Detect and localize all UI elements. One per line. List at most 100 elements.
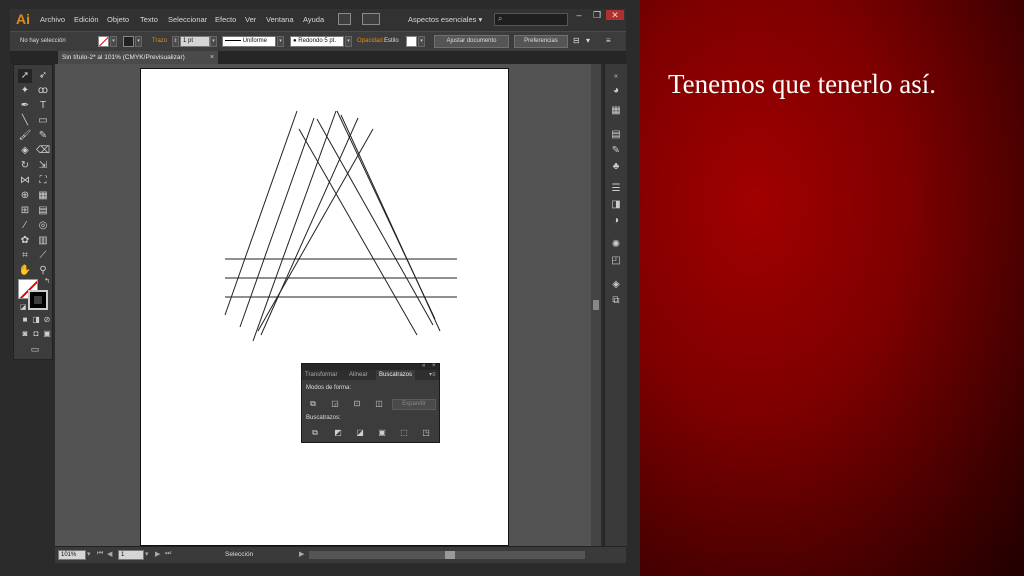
stroke-label[interactable]: Trazo — [152, 38, 167, 44]
menu-edicion[interactable]: Edición — [74, 15, 99, 24]
expand-button[interactable]: Expandir — [392, 399, 436, 410]
last-artboard-icon[interactable]: ⏭ — [165, 550, 171, 558]
scale-icon[interactable]: ⇲ — [36, 159, 50, 173]
artboard-dropdown-icon[interactable]: ▾ — [145, 550, 149, 558]
canvas-area[interactable] — [55, 64, 591, 546]
stroke-color-box[interactable] — [28, 290, 48, 310]
lasso-icon[interactable]: ꝏ — [36, 84, 50, 98]
artboard[interactable] — [140, 68, 509, 546]
slice-icon[interactable]: ⟋ — [36, 249, 50, 263]
menu-ayuda[interactable]: Ayuda — [303, 15, 324, 24]
stroke-dropdown[interactable]: ▾ — [135, 36, 142, 47]
menu-ver[interactable]: Ver — [245, 15, 256, 24]
crop-icon[interactable]: ▣ — [377, 428, 387, 438]
eraser-icon[interactable]: ⌫ — [36, 144, 50, 158]
outline-icon[interactable]: ⬚ — [399, 428, 409, 438]
artboard-tool-icon[interactable]: ⌗ — [18, 249, 32, 263]
brush-field[interactable]: ● Redondo 5 pt. — [290, 36, 344, 47]
stroke-color-swatch[interactable] — [123, 36, 134, 47]
graphic-styles-icon[interactable]: ◰ — [609, 254, 623, 268]
blend-icon[interactable]: ◎ — [36, 219, 50, 233]
panel-menu-icon[interactable]: ▾ — [586, 36, 590, 45]
maximize-button[interactable]: ❐ — [588, 10, 606, 20]
menu-texto[interactable]: Texto — [140, 15, 158, 24]
next-artboard-icon[interactable]: ▶ — [155, 550, 160, 558]
minus-front-icon[interactable]: ◲ — [330, 399, 340, 409]
divide-icon[interactable]: ⧉ — [310, 428, 320, 438]
vertical-scrollbar[interactable] — [591, 64, 601, 546]
tab-buscatrazos[interactable]: Buscatrazos — [376, 370, 416, 380]
menu-seleccionar[interactable]: Seleccionar — [168, 15, 207, 24]
stroke-panel-icon[interactable]: ☰ — [609, 182, 623, 196]
scrollbar-thumb[interactable] — [445, 551, 455, 559]
zoom-dropdown-icon[interactable]: ▾ — [87, 550, 91, 558]
scrollbar-thumb[interactable] — [593, 300, 599, 310]
color-panel-icon[interactable]: ◕ — [609, 84, 623, 98]
rotate-icon[interactable]: ↻ — [18, 159, 32, 173]
artboard-number-field[interactable]: 1 — [118, 550, 144, 560]
brush-dropdown[interactable]: ▾ — [345, 36, 352, 47]
document-tab[interactable]: Sin título-2* al 101% (CMYK/Previsualiza… — [58, 51, 218, 64]
menu-ventana[interactable]: Ventana — [266, 15, 294, 24]
menu-archivo[interactable]: Archivo — [40, 15, 65, 24]
style-swatch[interactable] — [406, 36, 417, 47]
trim-icon[interactable]: ◩ — [333, 428, 343, 438]
gradient-icon[interactable]: ▤ — [36, 204, 50, 218]
type-tool-icon[interactable]: T — [36, 99, 50, 113]
previous-artboard-icon[interactable]: ◀ — [107, 550, 112, 558]
line-segment-icon[interactable]: ╲ — [18, 114, 32, 128]
collapse-dock-icon[interactable]: « — [609, 70, 623, 84]
selection-arrow-icon[interactable]: ➚ — [18, 69, 32, 83]
minus-back-icon[interactable]: ◳ — [421, 428, 431, 438]
align-icon[interactable]: ⊟ — [573, 36, 580, 45]
fill-dropdown[interactable]: ▾ — [110, 36, 117, 47]
stroke-weight-field[interactable]: 1 pt — [180, 36, 210, 47]
search-input[interactable]: ⌕ — [494, 13, 568, 26]
stroke-weight-stepper[interactable]: ⇕ — [172, 36, 179, 47]
symbols-icon[interactable]: ♣ — [609, 160, 623, 174]
artwork-line[interactable] — [224, 110, 298, 316]
close-panel-icon[interactable]: × — [432, 363, 436, 369]
artwork[interactable] — [141, 69, 510, 546]
perspective-grid-icon[interactable]: ▦ — [36, 189, 50, 203]
opacity-label[interactable]: Opacidad — [357, 38, 383, 44]
layers-icon[interactable]: ◈ — [609, 278, 623, 292]
artwork-line[interactable] — [239, 117, 315, 328]
horizontal-scrollbar[interactable] — [309, 551, 585, 559]
rectangle-tool-icon[interactable]: ▭ — [36, 114, 50, 128]
merge-icon[interactable]: ◪ — [355, 428, 365, 438]
color-guide-icon[interactable]: ▦ — [609, 104, 623, 118]
draw-inside-icon[interactable]: ▣ — [40, 327, 54, 341]
zoom-level-field[interactable]: 101% — [58, 550, 86, 560]
column-graph-icon[interactable]: ▥ — [36, 234, 50, 248]
shape-builder-icon[interactable]: ⊕ — [18, 189, 32, 203]
pen-tool-icon[interactable]: ✒ — [18, 99, 32, 113]
first-artboard-icon[interactable]: ⏮ — [97, 550, 103, 558]
panel-menu-icon[interactable]: ▾≡ — [426, 370, 439, 380]
fill-color-swatch[interactable] — [98, 36, 109, 47]
artwork-line[interactable] — [252, 110, 337, 342]
swap-colors-icon[interactable]: ↰ — [40, 275, 54, 289]
magic-wand-icon[interactable]: ✦ — [18, 84, 32, 98]
control-panel-menu-icon[interactable]: ≡ — [606, 36, 611, 45]
fit-document-button[interactable]: Ajustar documento — [434, 35, 509, 48]
artwork-line[interactable] — [316, 118, 434, 326]
symbol-sprayer-icon[interactable]: ✿ — [18, 234, 32, 248]
appearance-icon[interactable]: ✺ — [609, 238, 623, 252]
transparency-icon[interactable]: ◑ — [609, 214, 623, 228]
tab-alinear[interactable]: Alinear — [346, 370, 371, 380]
brushes-icon[interactable]: ✎ — [609, 144, 623, 158]
stroke-profile-field[interactable]: Uniforme — [222, 36, 276, 47]
exclude-icon[interactable]: ◫ — [374, 399, 384, 409]
screen-mode-icon[interactable]: ▭ — [28, 342, 42, 356]
unite-icon[interactable]: ⧉ — [308, 399, 318, 409]
arrange-documents-icon[interactable] — [362, 13, 380, 25]
hand-icon[interactable]: ✋ — [18, 264, 32, 278]
stroke-weight-dropdown[interactable]: ▾ — [210, 36, 217, 47]
bridge-icon[interactable] — [338, 13, 351, 25]
preferences-button[interactable]: Preferencias — [514, 35, 568, 48]
paintbrush-icon[interactable]: 🖌 — [18, 129, 32, 143]
intersect-icon[interactable]: ⊡ — [352, 399, 362, 409]
free-transform-icon[interactable]: ⛶ — [36, 174, 50, 188]
artwork-line[interactable] — [340, 114, 441, 332]
